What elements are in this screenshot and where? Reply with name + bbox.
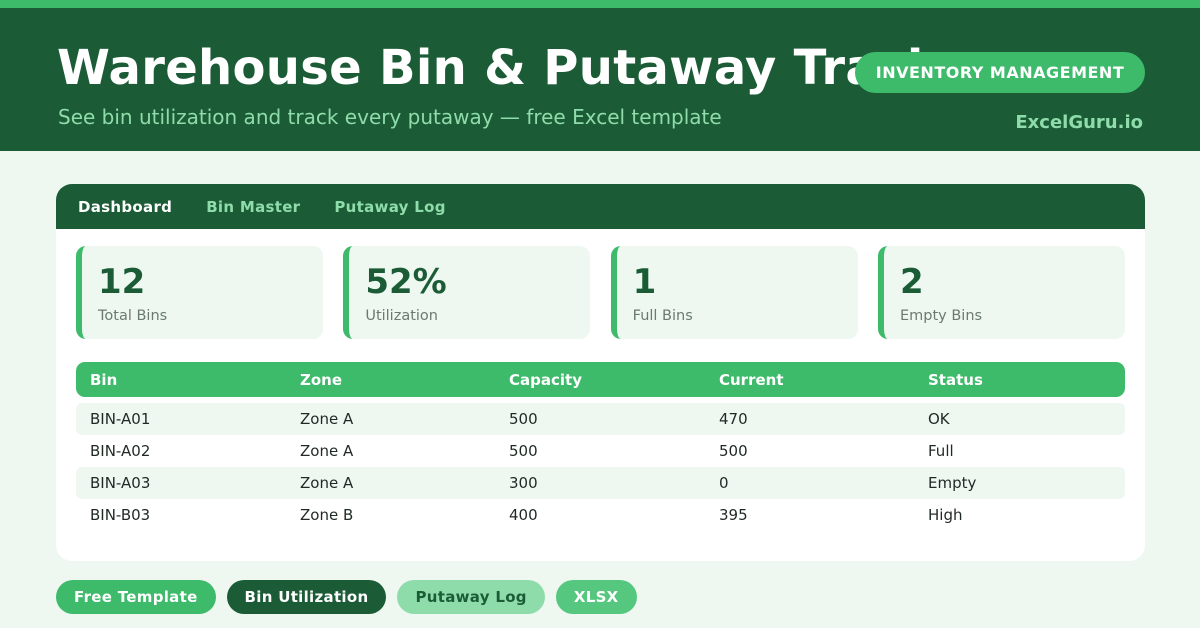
column-header-current: Current [719,370,784,389]
cell-capacity: 400 [509,506,538,524]
kpi-label: Total Bins [98,308,168,324]
cell-capacity: 300 [509,474,538,492]
cell-status: OK [928,410,950,428]
tab-dashboard[interactable]: Dashboard [78,198,172,216]
kpi-label: Utilization [365,308,438,324]
cell-zone: Zone A [300,474,354,492]
sheet-tab-bar: Dashboard Bin Master Putaway Log [56,184,1145,229]
table-row: BIN-A03 Zone A 300 0 Empty [76,467,1125,499]
page-title: Warehouse Bin & Putaway Tracker [57,40,995,96]
table-row: BIN-B03 Zone B 400 395 High [76,499,1125,531]
cell-zone: Zone A [300,442,354,460]
kpi-label: Empty Bins [899,308,983,324]
tag-chip-row: Free Template Bin Utilization Putaway Lo… [56,580,648,614]
kpi-total-bins: 12 Total Bins [76,246,323,339]
bin-table: Bin Zone Capacity Current Status BIN-A01… [76,362,1125,531]
cell-status: Full [928,442,954,460]
cell-capacity: 500 [509,410,538,428]
kpi-full-bins: 1 Full Bins [610,246,858,339]
cell-current: 0 [719,474,729,492]
kpi-value: 1 [632,262,657,302]
kpi-value: 12 [98,262,146,302]
kpi-label: Full Bins [632,308,693,324]
kpi-row: 12 Total Bins 52% Utilization 1 Full Bin… [76,246,1125,339]
cell-capacity: 500 [509,442,538,460]
tab-bin-master[interactable]: Bin Master [206,198,300,216]
cell-current: 470 [719,410,748,428]
chip-free-template[interactable]: Free Template [56,580,216,614]
cell-current: 395 [719,506,748,524]
column-header-status: Status [928,370,983,389]
cell-zone: Zone A [300,410,354,428]
table-row: BIN-A02 Zone A 500 500 Full [76,435,1125,467]
column-header-zone: Zone [300,370,343,389]
chip-xlsx[interactable]: XLSX [555,580,637,614]
kpi-value: 52% [365,262,447,302]
category-badge: INVENTORY MANAGEMENT [855,52,1145,93]
column-header-bin: Bin [90,370,118,389]
template-preview-card: Dashboard Bin Master Putaway Log 12 Tota… [56,184,1145,561]
tab-putaway-log[interactable]: Putaway Log [334,198,445,216]
chip-bin-utilization[interactable]: Bin Utilization [226,580,387,614]
cell-status: High [928,506,963,524]
cell-bin: BIN-A02 [90,442,151,460]
page-subtitle: See bin utilization and track every puta… [58,105,722,129]
cell-bin: BIN-A03 [90,474,151,492]
top-accent-stripe [0,0,1200,8]
column-header-capacity: Capacity [509,370,582,389]
kpi-value: 2 [899,262,924,302]
brand-name: ExcelGuru.io [1015,112,1143,133]
cell-current: 500 [719,442,748,460]
kpi-empty-bins: 2 Empty Bins [877,246,1125,339]
table-header-row: Bin Zone Capacity Current Status [76,362,1125,397]
chip-putaway-log[interactable]: Putaway Log [397,580,545,614]
cell-bin: BIN-A01 [90,410,151,428]
table-row: BIN-A01 Zone A 500 470 OK [76,403,1125,435]
table-body: BIN-A01 Zone A 500 470 OK BIN-A02 Zone A… [76,403,1125,531]
cell-status: Empty [928,474,977,492]
kpi-utilization: 52% Utilization [343,246,591,339]
cell-zone: Zone B [300,506,354,524]
hero-banner: Warehouse Bin & Putaway Tracker See bin … [0,8,1200,151]
cell-bin: BIN-B03 [90,506,151,524]
